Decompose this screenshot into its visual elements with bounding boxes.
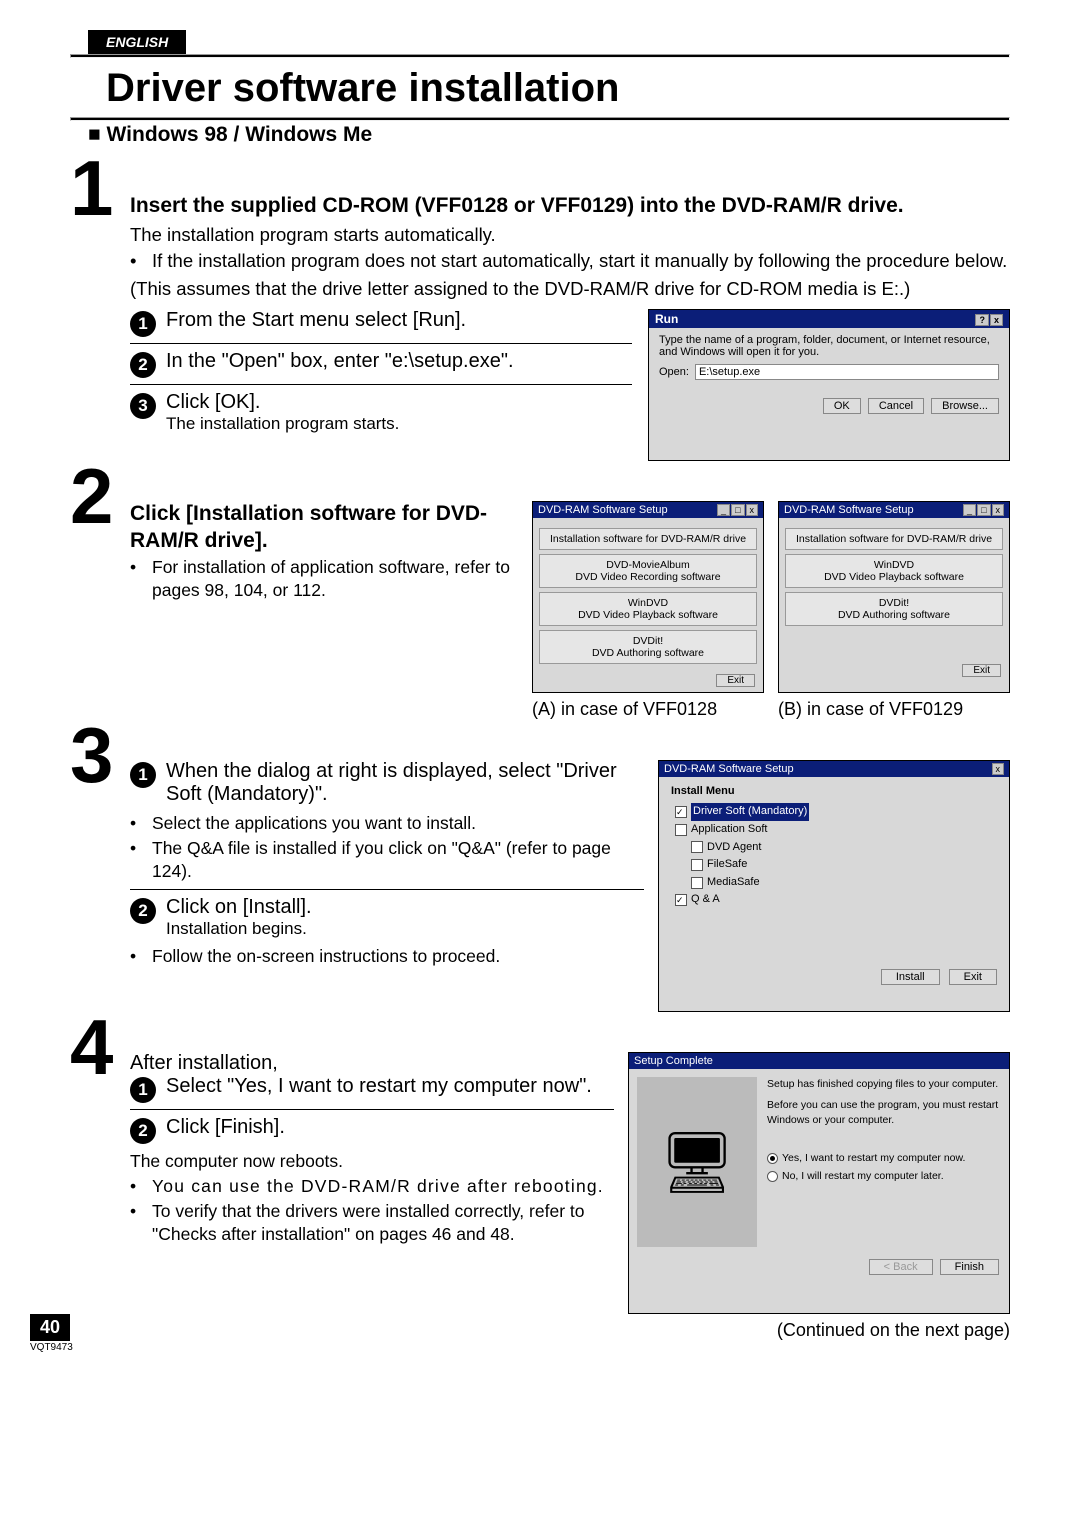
doc-code: VQT9473 [30,1342,73,1353]
install-menu-item-qa[interactable]: Q & A [675,891,997,909]
step-1-text-2: (This assumes that the drive letter assi… [130,277,1010,301]
circle-2-icon: 2 [130,898,156,924]
circle-1-icon: 1 [130,311,156,337]
step-3-sub-2: 2 Click on [Install]. Installation begin… [130,896,644,939]
circle-1-icon: 1 [130,1077,156,1103]
setup-complete-msg-2: Before you can use the program, you must… [767,1098,1001,1127]
language-tab: ENGLISH [88,30,186,54]
step-4-number: 4 [70,1016,130,1341]
step-4: 4 After installation, 1 Select "Yes, I w… [70,1016,1010,1341]
step-4-line-2: The computer now reboots. [130,1150,614,1173]
setup-b-install-drive[interactable]: Installation software for DVD-RAM/R driv… [785,528,1003,550]
circle-1-icon: 1 [130,762,156,788]
setup-a-install-drive[interactable]: Installation software for DVD-RAM/R driv… [539,528,757,550]
install-menu-item-dvdagent[interactable]: DVD Agent [691,839,997,857]
continued-text: (Continued on the next page) [628,1320,1010,1341]
setup-a-item-1[interactable]: DVD-MovieAlbumDVD Video Recording softwa… [539,554,757,588]
exit-button[interactable]: Exit [949,969,997,985]
run-open-input[interactable] [695,364,999,380]
setup-a-item-3[interactable]: DVDit!DVD Authoring software [539,630,757,664]
step-4-bullet-2: •To verify that the drivers were install… [130,1200,614,1246]
close-icon[interactable]: x [992,763,1005,775]
setup-a-screenshot: DVD-RAM Software Setup_□x Installation s… [532,501,764,693]
step-3-number: 3 [70,724,130,1012]
step-2-heading: Click [Installation software for DVD-RAM… [130,501,518,554]
close-icon[interactable]: x [990,314,1003,326]
install-menu-item-filesafe[interactable]: FileSafe [691,856,997,874]
step-2-bullet-1: •For installation of application softwar… [130,556,518,602]
restart-now-radio[interactable]: Yes, I want to restart my computer now. [767,1151,1001,1166]
step-1-sub-2: 2 In the "Open" box, enter "e:\setup.exe… [130,350,632,378]
run-open-label: Open: [659,366,689,378]
install-menu-screenshot: DVD-RAM Software Setupx Install Menu Dri… [658,760,1010,1012]
run-dialog-description: Type the name of a program, folder, docu… [659,334,999,358]
back-button[interactable]: < Back [869,1259,933,1275]
step-3-bullet-1: •Select the applications you want to ins… [130,812,644,835]
computer-icon: 🖥 [637,1077,757,1247]
os-subtitle: Windows 98 / Windows Me [88,123,1010,147]
step-1-bullet-1: •If the installation program does not st… [130,249,1010,273]
step-1-sub-1: 1 From the Start menu select [Run]. [130,309,632,337]
finish-button[interactable]: Finish [940,1259,999,1275]
step-1-number: 1 [70,157,130,461]
setup-complete-screenshot: Setup Complete 🖥 Setup has finished copy… [628,1052,1010,1314]
install-menu-item-mediasafe[interactable]: MediaSafe [691,874,997,892]
circle-2-icon: 2 [130,352,156,378]
run-dialog-screenshot: Run ?x Type the name of a program, folde… [648,309,1010,461]
setup-b-item-1[interactable]: WinDVDDVD Video Playback software [785,554,1003,588]
step-4-line-1: After installation, [130,1052,614,1075]
step-1-heading: Insert the supplied CD-ROM (VFF0128 or V… [130,193,1010,219]
step-3-bullet-3: •Follow the on-screen instructions to pr… [130,945,644,968]
circle-2-icon: 2 [130,1118,156,1144]
top-rule-1 [70,54,1010,58]
install-menu-header: Install Menu [671,785,997,797]
setup-b-screenshot: DVD-RAM Software Setup_□x Installation s… [778,501,1010,693]
setup-b-exit-button[interactable]: Exit [962,664,1001,677]
setup-a-item-2[interactable]: WinDVDDVD Video Playback software [539,592,757,626]
run-dialog-title: Run [655,312,678,326]
caption-b: (B) in case of VFF0129 [778,699,1010,720]
step-3: 3 1 When the dialog at right is displaye… [70,724,1010,1012]
caption-a: (A) in case of VFF0128 [532,699,764,720]
step-1-sub-3: 3 Click [OK]. The installation program s… [130,391,632,434]
step-1: 1 Insert the supplied CD-ROM (VFF0128 or… [70,157,1010,461]
restart-later-radio[interactable]: No, I will restart my computer later. [767,1169,1001,1184]
top-rule-2 [70,117,1010,121]
help-icon[interactable]: ? [975,314,989,326]
step-2-number: 2 [70,465,130,720]
step-4-sub-1: 1 Select "Yes, I want to restart my comp… [130,1075,614,1103]
page-title: Driver software installation [106,66,1010,111]
install-button[interactable]: Install [881,969,940,985]
circle-3-icon: 3 [130,393,156,419]
step-1-text-1: The installation program starts automati… [130,223,1010,247]
step-4-bullet-1: •You can use the DVD-RAM/R drive after r… [130,1175,614,1198]
page-number: 40 [30,1314,70,1341]
step-3-sub-1: 1 When the dialog at right is displayed,… [130,760,644,806]
run-cancel-button[interactable]: Cancel [868,398,924,414]
install-menu-item-driver[interactable]: Driver Soft (Mandatory) [675,803,997,821]
step-3-bullet-2: •The Q&A file is installed if you click … [130,837,644,883]
run-browse-button[interactable]: Browse... [931,398,999,414]
setup-complete-msg-1: Setup has finished copying files to your… [767,1077,1001,1092]
step-4-sub-2: 2 Click [Finish]. [130,1116,614,1144]
install-menu-item-app[interactable]: Application Soft [675,821,997,839]
run-ok-button[interactable]: OK [823,398,861,414]
step-2: 2 Click [Installation software for DVD-R… [70,465,1010,720]
setup-b-item-2[interactable]: DVDit!DVD Authoring software [785,592,1003,626]
setup-a-exit-button[interactable]: Exit [716,674,755,687]
